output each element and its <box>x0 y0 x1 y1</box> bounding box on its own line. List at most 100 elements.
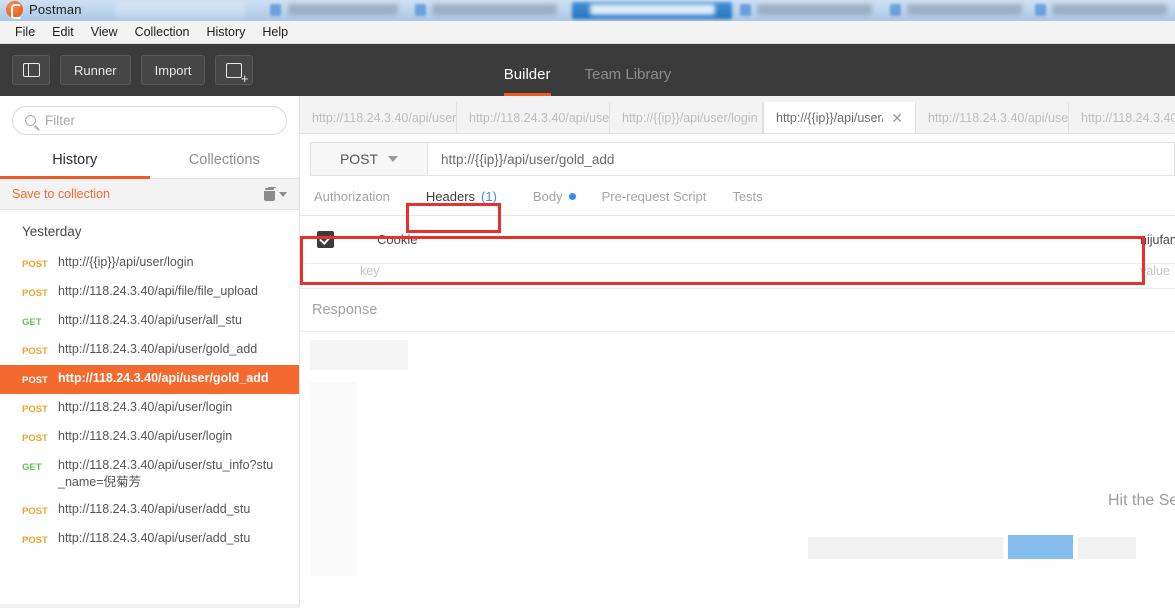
response-body: Hit the Send button to get a response. <box>300 332 1175 576</box>
response-placeholder-bar <box>808 537 1003 559</box>
tab-headers-label: Headers <box>425 189 476 204</box>
tab-team-library[interactable]: Team Library <box>585 66 672 96</box>
list-item[interactable]: POST http://118.24.3.40/api/file/file_up… <box>0 278 299 307</box>
history-url: http://118.24.3.40/api/user/add_stu <box>58 502 251 516</box>
url-row: POST <box>300 134 1175 178</box>
search-input[interactable] <box>45 113 274 128</box>
menu-edit[interactable]: Edit <box>44 23 82 42</box>
list-item-selected[interactable]: POST http://118.24.3.40/api/user/gold_ad… <box>0 365 299 394</box>
tab-pre-request-script[interactable]: Pre-request Script <box>602 189 707 204</box>
request-tab-label: http://{{ip}}/api/user/ <box>776 111 884 125</box>
request-tab[interactable]: http://118.24.3.40/api/user/ <box>916 102 1069 133</box>
new-window-button[interactable] <box>215 55 254 85</box>
method-badge: POST <box>22 375 48 386</box>
sidebar-bottom-edge <box>0 604 300 608</box>
main-panel: http://118.24.3.40/api/user/ http://118.… <box>300 96 1175 608</box>
request-tab[interactable]: http://118.24.3.40/api/user/ <box>457 102 610 133</box>
sidebar-toggle-button[interactable] <box>12 55 50 85</box>
request-tab[interactable]: http://118.24.3.40 <box>1069 102 1175 133</box>
header-row: Cookie nijufang=577aaee1dc9e46247e7879c9… <box>300 216 1175 264</box>
postman-logo-icon <box>6 1 23 19</box>
headers-count: (1) <box>481 189 497 204</box>
history-url: http://118.24.3.40/api/user/login <box>58 400 233 414</box>
search-icon <box>25 115 36 126</box>
menu-history[interactable]: History <box>198 23 253 42</box>
tab-body-label: Body <box>532 189 563 204</box>
history-url: http://118.24.3.40/api/file/file_upload <box>58 284 258 298</box>
sidebar-tab-collections[interactable]: Collections <box>150 143 300 179</box>
header-key[interactable]: Cookie <box>377 232 417 247</box>
request-tab[interactable]: http://{{ip}}/api/user/login <box>610 102 763 133</box>
method-badge: POST <box>22 259 48 270</box>
method-badge: POST <box>22 506 48 517</box>
list-item[interactable]: POST http://118.24.3.40/api/user/gold_ad… <box>0 336 299 365</box>
response-header: Response <box>300 288 1175 332</box>
request-tab[interactable]: http://118.24.3.40/api/user/ <box>300 102 457 133</box>
trash-icon <box>264 187 275 201</box>
app-title: Postman <box>29 2 82 17</box>
header-key-placeholder: key <box>360 264 380 278</box>
history-url: http://118.24.3.40/api/user/all_stu <box>58 313 242 327</box>
method-badge: POST <box>22 535 48 546</box>
tab-tests[interactable]: Tests <box>732 189 762 204</box>
method-badge: GET <box>22 462 42 473</box>
menu-view[interactable]: View <box>83 23 126 42</box>
menubar: File Edit View Collection History Help <box>0 21 1175 44</box>
tab-builder[interactable]: Builder <box>503 66 551 96</box>
save-to-collection-bar: Save to collection <box>0 179 299 210</box>
request-sub-tabs: Authorization Headers (1) Body Pre-reque… <box>300 178 1175 216</box>
list-item[interactable]: POST http://118.24.3.40/api/user/add_stu <box>0 525 299 554</box>
list-item[interactable]: POST http://118.24.3.40/api/user/add_stu <box>0 496 299 525</box>
filter-box[interactable] <box>12 106 287 135</box>
list-item[interactable]: POST http://118.24.3.40/api/user/login <box>0 394 299 423</box>
tab-headers[interactable]: Headers (1) <box>416 189 507 204</box>
list-item[interactable]: POST http://{{ip}}/api/user/login <box>0 249 299 278</box>
tab-body[interactable]: Body <box>533 189 576 204</box>
method-badge: GET <box>22 317 42 328</box>
close-icon[interactable]: ✕ <box>891 111 903 125</box>
response-title: Response <box>312 302 378 318</box>
new-window-icon <box>226 62 248 85</box>
os-taskbar-strip: Postman <box>0 0 1175 21</box>
response-empty-message: Hit the Send button to get a response. <box>1108 492 1175 509</box>
header-enabled-checkbox[interactable] <box>317 231 334 248</box>
history-url: http://118.24.3.40/api/user/add_stu <box>58 531 251 545</box>
method-badge: POST <box>22 433 48 444</box>
url-input[interactable] <box>428 142 1175 176</box>
menu-collection[interactable]: Collection <box>127 23 198 42</box>
request-tab-active[interactable]: http://{{ip}}/api/user/ ✕ <box>763 102 916 133</box>
history-url: http://118.24.3.40/api/user/gold_add <box>58 342 258 356</box>
response-placeholder-bar <box>1078 537 1136 559</box>
method-selector[interactable]: POST <box>310 142 428 176</box>
chevron-down-icon <box>388 156 399 162</box>
method-label: POST <box>339 151 379 167</box>
header-value[interactable]: nijufang=577aaee1dc9e46247e7879c944f5741… <box>1140 233 1175 247</box>
list-item[interactable]: POST http://118.24.3.40/api/user/login <box>0 423 299 452</box>
list-item[interactable]: GET http://118.24.3.40/api/user/stu_info… <box>0 452 299 496</box>
response-placeholder-block <box>310 340 408 370</box>
import-button[interactable]: Import <box>140 55 206 85</box>
body-indicator-dot-icon <box>568 193 576 200</box>
runner-button[interactable]: Runner <box>60 55 131 85</box>
sidebar-toggle-icon <box>22 63 40 77</box>
sidebar: History Collections Save to collection Y… <box>0 96 300 608</box>
menu-file[interactable]: File <box>7 23 43 42</box>
filter-section <box>0 96 299 143</box>
tab-authorization[interactable]: Authorization <box>314 189 390 204</box>
save-to-collection-link[interactable]: Save to collection <box>12 187 110 201</box>
response-sidebar-placeholder <box>310 382 357 576</box>
method-badge: POST <box>22 288 48 299</box>
chevron-down-icon <box>279 191 287 197</box>
history-url: http://{{ip}}/api/user/login <box>58 255 194 269</box>
sidebar-tabs: History Collections <box>0 143 299 179</box>
menu-help[interactable]: Help <box>254 23 296 42</box>
history-url: http://118.24.3.40/api/user/stu_info?stu… <box>58 458 274 489</box>
method-badge: POST <box>22 346 48 357</box>
header-placeholder-row[interactable]: key value <box>300 264 1175 288</box>
clear-history-button[interactable] <box>264 187 287 201</box>
history-list: POST http://{{ip}}/api/user/login POST h… <box>0 249 299 554</box>
sidebar-tab-history[interactable]: History <box>0 143 150 179</box>
response-send-placeholder <box>1008 535 1073 559</box>
request-tab-bar: http://118.24.3.40/api/user/ http://118.… <box>300 96 1175 134</box>
list-item[interactable]: GET http://118.24.3.40/api/user/all_stu <box>0 307 299 336</box>
